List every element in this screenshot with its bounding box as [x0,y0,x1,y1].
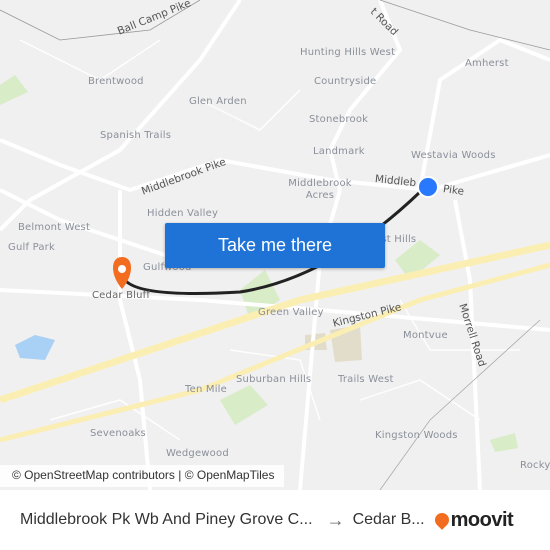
origin-marker [417,176,439,198]
place-label: Spanish Trails [100,130,172,141]
place-label: Hunting Hills West [300,47,396,58]
place-label: Gulf Park [8,242,55,253]
place-label: Brentwood [88,76,144,87]
place-label: Stonebrook [309,114,369,125]
place-label: Amherst [465,58,509,69]
place-label: Middlebrook Acres [288,178,352,201]
place-label: Kingston Woods [375,430,458,441]
moovit-pin-icon [431,510,452,530]
take-me-there-button[interactable]: Take me there [165,223,385,268]
place-label: Wedgewood [166,448,229,459]
place-label: Belmont West [18,222,91,233]
place-label: Rocky [520,460,550,471]
place-label: Landmark [313,146,365,157]
place-label: Sevenoaks [90,428,146,439]
place-label: Green Valley [258,307,324,318]
route-footer: Middlebrook Pk Wb And Piney Grove C... →… [0,490,550,550]
place-label: Westavia Woods [411,150,496,161]
destination-name: Cedar B... [352,511,425,528]
moovit-logo[interactable]: moovit [431,509,514,532]
place-label: Glen Arden [189,96,247,107]
map[interactable]: Hunting Hills West Amherst Brentwood Cou… [0,0,550,490]
map-attribution[interactable]: © OpenStreetMap contributors | © OpenMap… [0,465,285,487]
place-label: Ten Mile [185,384,228,395]
place-label: Trails West [338,374,394,385]
place-label: Montvue [403,330,448,341]
origin-name: Middlebrook Pk Wb And Piney Grove C... [20,511,313,528]
place-label: Countryside [314,76,377,87]
place-label: Cedar Bluff [92,290,151,301]
place-label: Suburban Hills [236,374,312,385]
place-label: Hidden Valley [147,208,219,219]
arrow-right-icon: → [326,509,345,530]
